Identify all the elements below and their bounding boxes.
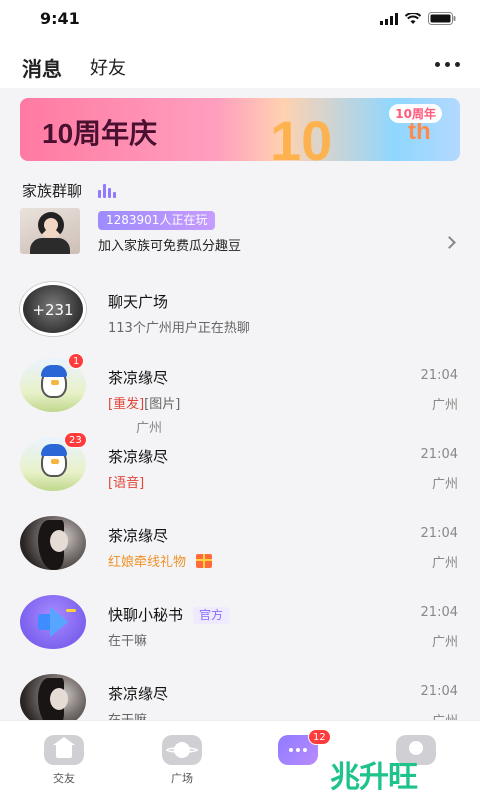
conversation-row[interactable]: +231 聊天广场 113个广州用户正在热聊 <box>0 282 480 360</box>
conversation-subtitle: 113个广州用户正在热聊 <box>108 321 250 336</box>
conversation-subtitle: [语音] <box>108 476 145 491</box>
conversation-row[interactable]: 快聊小秘书 官方 在干嘛 21:04 广州 <box>0 595 480 673</box>
wifi-icon <box>405 12 421 24</box>
tabbar-label: 交友 <box>53 772 75 785</box>
unread-badge: 12 <box>308 729 331 745</box>
conversation-subtitle: 红娘牵线礼物 <box>108 551 213 570</box>
status-bar: 9:41 <box>0 0 480 40</box>
conversation-location: 广州 <box>431 398 458 413</box>
home-icon <box>44 735 84 765</box>
plaza-avatar-count: +231 <box>32 301 74 319</box>
tab-messages-label: 消息 <box>22 57 62 81</box>
conversation-name: 茶凉缘尽 <box>108 448 169 466</box>
online-count-badge: 1283901人正在玩 <box>98 211 216 230</box>
signal-icon <box>380 12 398 25</box>
avatar <box>20 595 86 649</box>
top-header: 消息 好友 <box>0 40 480 88</box>
banner-title: 10周年庆 <box>42 118 158 149</box>
unread-badge: 1 <box>68 353 85 369</box>
conversation-location: 广州 <box>431 556 458 571</box>
conversation-location: 广州 <box>431 477 458 492</box>
banner-logo: 10周年 <box>389 104 442 123</box>
equalizer-icon <box>98 184 116 198</box>
tab-messages[interactable]: 消息 <box>22 53 64 86</box>
anniversary-banner[interactable]: 10周年庆 10 th 10周年 <box>20 98 460 161</box>
conversation-row[interactable]: 1 茶凉缘尽 [重发][图片] 21:04 广州 <box>0 353 480 436</box>
official-tag: 官方 <box>193 607 230 624</box>
conversation-time: 21:04 <box>420 447 458 462</box>
tabbar-label: 广场 <box>171 772 193 785</box>
avatar: +231 <box>20 282 86 336</box>
image-tag: [图片] <box>144 397 181 412</box>
planet-icon <box>162 735 202 765</box>
avatar <box>20 516 86 570</box>
conversation-time: 21:04 <box>420 605 458 620</box>
family-thumbnail <box>20 208 80 254</box>
resend-tag: [重发] <box>108 397 145 412</box>
status-icons <box>380 12 456 25</box>
family-section-label: 家族群聊 <box>22 182 83 200</box>
battery-icon <box>428 12 456 25</box>
conversation-row[interactable]: 23 茶凉缘尽 [语音] 21:04 广州 <box>0 432 480 515</box>
tabbar-item-plaza[interactable]: 广场 <box>152 735 212 786</box>
conversation-subtitle: [重发][图片] <box>108 393 180 412</box>
conversation-name: 茶凉缘尽 <box>108 527 169 545</box>
more-dots-icon[interactable] <box>435 62 460 67</box>
tabbar-item-messages[interactable]: 12 <box>268 729 331 765</box>
status-time: 9:41 <box>40 9 80 28</box>
banner-big-number: 10 <box>270 109 333 161</box>
conversation-time: 21:04 <box>420 368 458 383</box>
conversation-name: 茶凉缘尽 <box>108 369 169 387</box>
gift-icon <box>196 554 213 568</box>
conversation-row[interactable]: 茶凉缘尽 红娘牵线礼物 21:04 广州 <box>0 516 480 594</box>
conversation-time: 21:04 <box>420 526 458 541</box>
conversation-name-text: 快聊小秘书 <box>108 606 184 624</box>
conversation-name: 聊天广场 <box>108 293 169 311</box>
conversation-location: 广州 <box>431 635 458 650</box>
floating-location: 广州 <box>136 421 163 436</box>
tab-friends[interactable]: 好友 <box>90 54 126 80</box>
unread-badge: 23 <box>64 432 87 448</box>
conversation-name: 快聊小秘书 官方 <box>108 604 230 625</box>
family-group-card[interactable]: 1283901人正在玩 加入家族可免费瓜分趣豆 <box>0 205 480 261</box>
family-description: 加入家族可免费瓜分趣豆 <box>98 239 242 254</box>
watermark-logo: 兆升旺 <box>330 761 418 794</box>
gift-text: 红娘牵线礼物 <box>108 555 187 570</box>
conversation-name: 茶凉缘尽 <box>108 685 169 703</box>
conversation-subtitle: 在干嘛 <box>108 634 148 649</box>
tabbar-item-friends[interactable]: 交友 <box>34 735 94 786</box>
chevron-right-icon <box>443 236 456 249</box>
conversation-time: 21:04 <box>420 684 458 699</box>
